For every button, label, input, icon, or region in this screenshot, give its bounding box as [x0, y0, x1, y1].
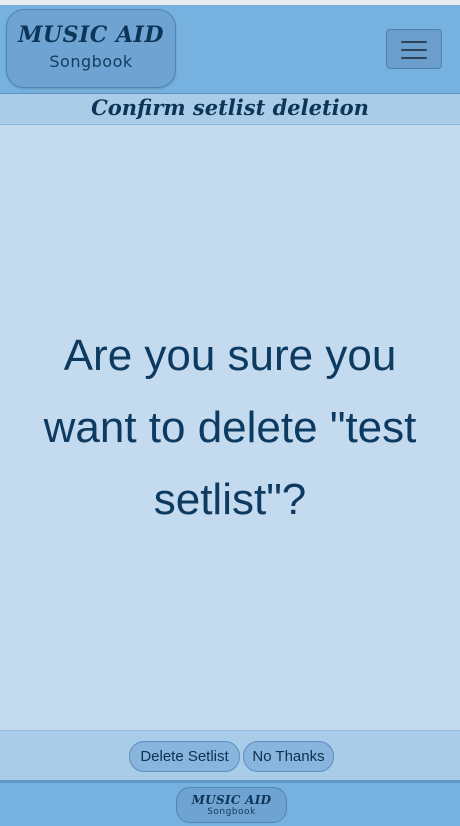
page-header: Confirm setlist deletion [0, 94, 460, 125]
no-thanks-button[interactable]: No Thanks [243, 741, 334, 772]
brand-subtitle: Songbook [49, 52, 133, 71]
footer-brand-subtitle: Songbook [207, 807, 256, 817]
page-title: Confirm setlist deletion [91, 95, 369, 120]
main-content: Are you sure you want to delete "test se… [0, 125, 460, 730]
brand-title: MUSIC AID [18, 22, 164, 48]
action-bar: Delete Setlist No Thanks [0, 730, 460, 780]
confirmation-question: Are you sure you want to delete "test se… [43, 330, 417, 524]
brand-logo-link[interactable]: MUSIC AID Songbook [6, 9, 176, 88]
footer-brand-title: MUSIC AID [191, 793, 272, 807]
delete-setlist-button[interactable]: Delete Setlist [129, 741, 240, 772]
footer-brand-link[interactable]: MUSIC AID Songbook [176, 787, 287, 823]
footer: MUSIC AID Songbook [0, 780, 460, 826]
menu-toggle-button[interactable] [386, 29, 442, 69]
hamburger-icon [401, 41, 427, 43]
navbar: MUSIC AID Songbook [0, 5, 460, 94]
